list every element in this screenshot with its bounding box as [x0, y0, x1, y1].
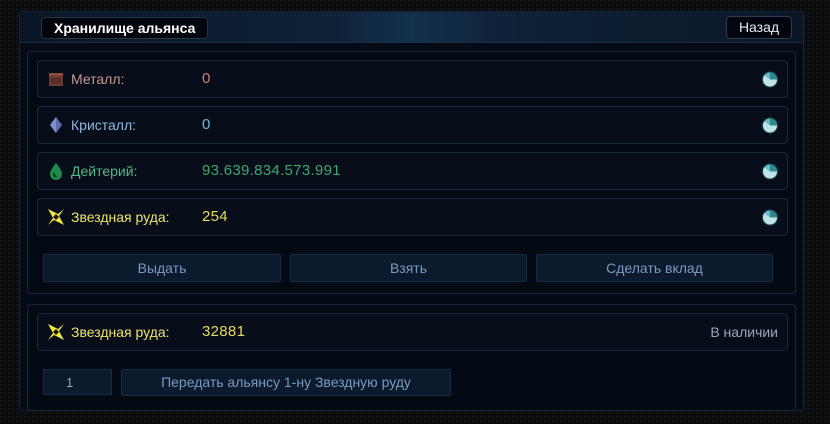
pie-chart-icon[interactable] — [761, 208, 779, 226]
star-ore-stock-row: Звездная руда: 32881 В наличии — [37, 313, 788, 351]
resources-section: Металл: 0 Кристалл: 0 Дейтерий: 93.639.8… — [27, 51, 796, 294]
resource-value: 0 — [202, 70, 211, 87]
alliance-storage-panel: Хранилище альянса Назад Металл: 0 Криста… — [19, 11, 804, 411]
resource-label: Кристалл: — [71, 117, 137, 133]
availability-status: В наличии — [710, 324, 778, 340]
metal-icon — [49, 73, 63, 86]
quantity-input[interactable] — [43, 369, 112, 395]
transfer-button[interactable]: Передать альянсу 1-ну Звездную руду — [121, 369, 451, 396]
take-button[interactable]: Взять — [290, 254, 527, 282]
deuterium-icon — [50, 163, 62, 180]
pie-chart-icon[interactable] — [761, 70, 779, 88]
page-title: Хранилище альянса — [41, 17, 209, 39]
resource-row-crystal: Кристалл: 0 — [37, 106, 788, 144]
star-ore-value: 32881 — [202, 323, 246, 340]
resource-row-star-ore: Звездная руда: 254 — [37, 198, 788, 236]
resource-label: Звездная руда: — [71, 209, 170, 225]
pie-chart-icon[interactable] — [761, 162, 779, 180]
star-ore-icon — [48, 209, 64, 225]
pie-chart-icon[interactable] — [761, 116, 779, 134]
resource-value: 254 — [202, 208, 228, 225]
resource-label: Металл: — [71, 71, 125, 87]
header-bar: Хранилище альянса Назад — [20, 12, 803, 43]
back-button[interactable]: Назад — [726, 16, 792, 39]
resource-row-deuterium: Дейтерий: 93.639.834.573.991 — [37, 152, 788, 190]
resource-label: Дейтерий: — [71, 163, 138, 179]
star-ore-icon — [48, 324, 64, 340]
resource-value: 0 — [202, 116, 211, 133]
deposit-button[interactable]: Сделать вклад — [536, 254, 773, 282]
resource-row-metal: Металл: 0 — [37, 60, 788, 98]
resource-value: 93.639.834.573.991 — [202, 162, 341, 179]
crystal-icon — [50, 117, 62, 133]
give-button[interactable]: Выдать — [43, 254, 281, 282]
star-ore-transfer-section: Звездная руда: 32881 В наличии Передать … — [27, 304, 796, 411]
star-ore-label: Звездная руда: — [71, 324, 170, 340]
